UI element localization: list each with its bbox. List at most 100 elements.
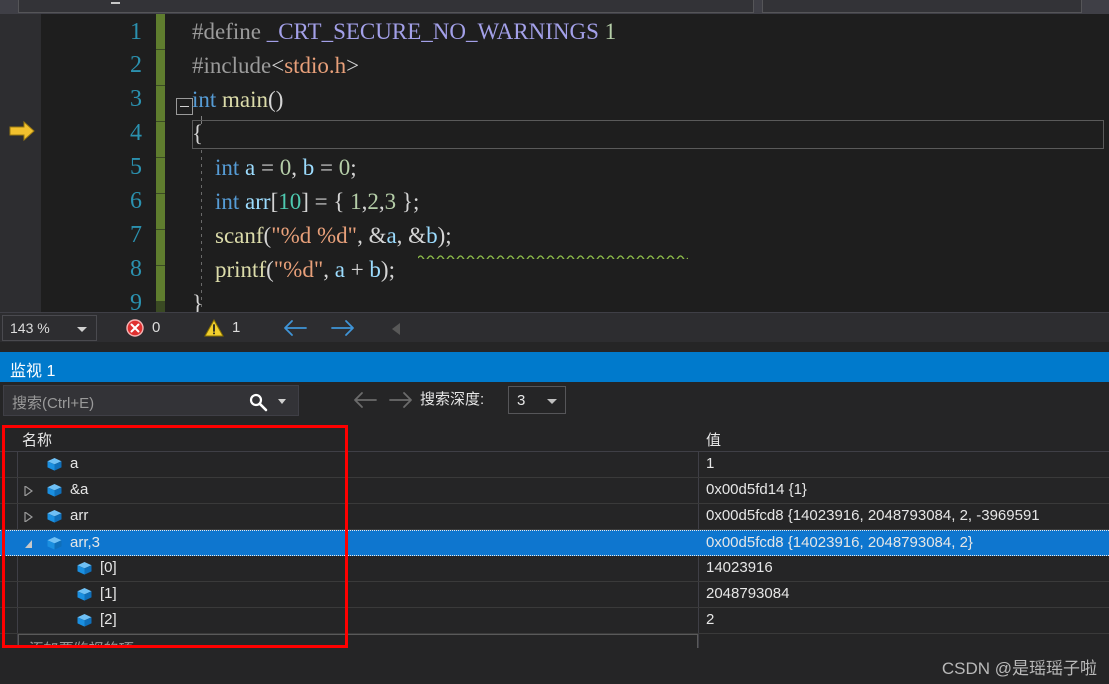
tab-drag-dots xyxy=(68,361,1109,375)
table-row[interactable]: [1] 2048793084 xyxy=(0,582,1109,608)
code-line-6: int arr[10] = { 1,2,3 }; xyxy=(192,190,419,214)
table-row[interactable]: [0] 14023916 xyxy=(0,556,1109,582)
code-token: = xyxy=(255,155,280,180)
watch-value-cell: 2048793084 xyxy=(706,585,790,602)
variable-cube-icon xyxy=(47,537,62,550)
table-row[interactable]: [2] 2 xyxy=(0,608,1109,634)
watch-tab-bar: 监视 1 xyxy=(0,352,1109,382)
editor-status-bar: 143 % 0 1 xyxy=(0,312,1109,342)
change-tracking-bar xyxy=(156,14,165,312)
expand-triangle-icon[interactable] xyxy=(24,486,33,496)
search-input[interactable]: 搜索(Ctrl+E) xyxy=(3,385,299,416)
code-token: 2 xyxy=(367,189,379,214)
code-token: #include xyxy=(192,53,272,78)
scope-combo-left[interactable] xyxy=(18,0,754,13)
error-icon xyxy=(126,319,144,337)
variable-cube-icon xyxy=(47,510,62,523)
combo-dash-icon xyxy=(111,2,120,4)
editor-indicator-margin[interactable] xyxy=(0,14,41,312)
code-line-9: } xyxy=(192,291,204,313)
scope-combo-right[interactable] xyxy=(762,0,1082,13)
code-token: ( xyxy=(266,257,274,282)
error-count: 0 xyxy=(152,319,161,336)
variable-cube-icon xyxy=(77,562,92,575)
code-token: , & xyxy=(357,223,387,248)
code-token: , & xyxy=(396,223,427,248)
code-line-2: #include<stdio.h> xyxy=(192,54,359,78)
line-number: 4 xyxy=(130,120,142,146)
warning-icon xyxy=(204,319,224,337)
search-depth-dropdown[interactable]: 3 xyxy=(508,386,566,414)
watch-grid: 名称 值 a 1 &a 0x00d5fd14 {1} arr 0x00d5fcd8 {14… xyxy=(0,426,1109,684)
code-text-area[interactable]: #define _CRT_SECURE_NO_WARNINGS 1 #inclu… xyxy=(170,14,1109,312)
column-header-name[interactable]: 名称 xyxy=(22,429,52,450)
watch-name-cell: [2] xyxy=(100,611,117,628)
tab-watch-1[interactable]: 监视 1 xyxy=(10,357,55,381)
code-token: b xyxy=(426,223,438,248)
expand-triangle-icon[interactable] xyxy=(24,512,33,522)
code-token: } xyxy=(192,291,204,313)
code-token: a xyxy=(334,257,345,282)
search-depth-value: 3 xyxy=(517,392,526,409)
code-token: b xyxy=(302,155,315,180)
block-highlight-box xyxy=(192,120,1104,149)
navigate-forward-icon[interactable] xyxy=(330,319,356,337)
nav-overflow-icon[interactable] xyxy=(392,323,400,335)
search-next-icon[interactable] xyxy=(388,391,414,409)
code-token: = xyxy=(314,155,339,180)
code-token: int xyxy=(192,87,217,112)
watermark-text: CSDN @是瑶瑶子啦 xyxy=(941,659,1097,678)
table-row[interactable]: a1 xyxy=(0,452,1109,478)
code-token: main xyxy=(222,87,269,112)
code-token: printf xyxy=(215,257,267,282)
search-prev-icon[interactable] xyxy=(352,391,378,409)
table-row[interactable]: &a 0x00d5fd14 {1} xyxy=(0,478,1109,504)
search-options-chevron-icon[interactable] xyxy=(278,399,286,404)
code-line-3: int main() xyxy=(192,88,283,112)
watch-name-cell: [1] xyxy=(100,585,117,602)
code-token: stdio.h xyxy=(284,53,347,78)
code-token: ); xyxy=(380,257,395,282)
line-number: 3 xyxy=(130,86,142,112)
zoom-level-dropdown[interactable]: 143 % xyxy=(2,315,97,341)
table-row[interactable]: arr,3 0x00d5fcd8 {14023916, 2048793084, 2… xyxy=(0,530,1109,556)
warning-count: 1 xyxy=(232,319,241,336)
visual-studio-window: 1 2 3 4 5 6 7 8 9 #define _CRT_SECURE_NO… xyxy=(0,0,1109,684)
code-token: scanf xyxy=(215,223,264,248)
search-placeholder: 搜索(Ctrl+E) xyxy=(12,395,95,412)
chevron-down-icon xyxy=(77,327,87,332)
code-token: ; xyxy=(350,155,357,180)
variable-cube-icon xyxy=(77,588,92,601)
code-token: { xyxy=(192,121,204,146)
collapse-triangle-icon[interactable] xyxy=(24,539,33,549)
code-token: 1 xyxy=(604,19,617,44)
execution-pointer-arrow-icon xyxy=(9,120,35,142)
fold-collapse-icon[interactable] xyxy=(176,98,193,115)
code-token: #define xyxy=(192,19,267,44)
watch-name-cell: arr xyxy=(70,507,89,524)
code-editor[interactable]: 1 2 3 4 5 6 7 8 9 #define _CRT_SECURE_NO… xyxy=(0,14,1109,315)
code-token: arr xyxy=(245,189,271,214)
column-header-value[interactable]: 值 xyxy=(706,429,721,450)
code-token: 0 xyxy=(279,155,292,180)
code-token: () xyxy=(268,87,284,112)
watch-panel: 监视 1 搜索(Ctrl+E) 搜索深度: 3 名称 值 a 1 &a 0x00… xyxy=(0,348,1109,684)
line-number-gutter: 1 2 3 4 5 6 7 8 9 xyxy=(41,14,156,315)
search-icon[interactable] xyxy=(248,392,268,412)
watch-value-cell: 0x00d5fcd8 {14023916, 2048793084, 2, -39… xyxy=(706,507,1040,524)
code-token: 3 xyxy=(384,189,397,214)
code-token: _CRT_SECURE_NO_WARNINGS xyxy=(266,19,599,44)
table-row[interactable]: arr 0x00d5fcd8 {14023916, 2048793084, 2, … xyxy=(0,504,1109,530)
code-line-7: scanf("%d %d", &a, &b); xyxy=(192,224,452,248)
variable-cube-icon xyxy=(77,614,92,627)
code-line-8: printf("%d", a + b); xyxy=(192,258,395,282)
navigate-back-icon[interactable] xyxy=(282,319,308,337)
code-token: ] = { xyxy=(301,189,351,214)
error-squiggle-underline xyxy=(418,255,688,259)
search-depth-label: 搜索深度: xyxy=(420,391,485,408)
code-token: ); xyxy=(437,223,452,248)
